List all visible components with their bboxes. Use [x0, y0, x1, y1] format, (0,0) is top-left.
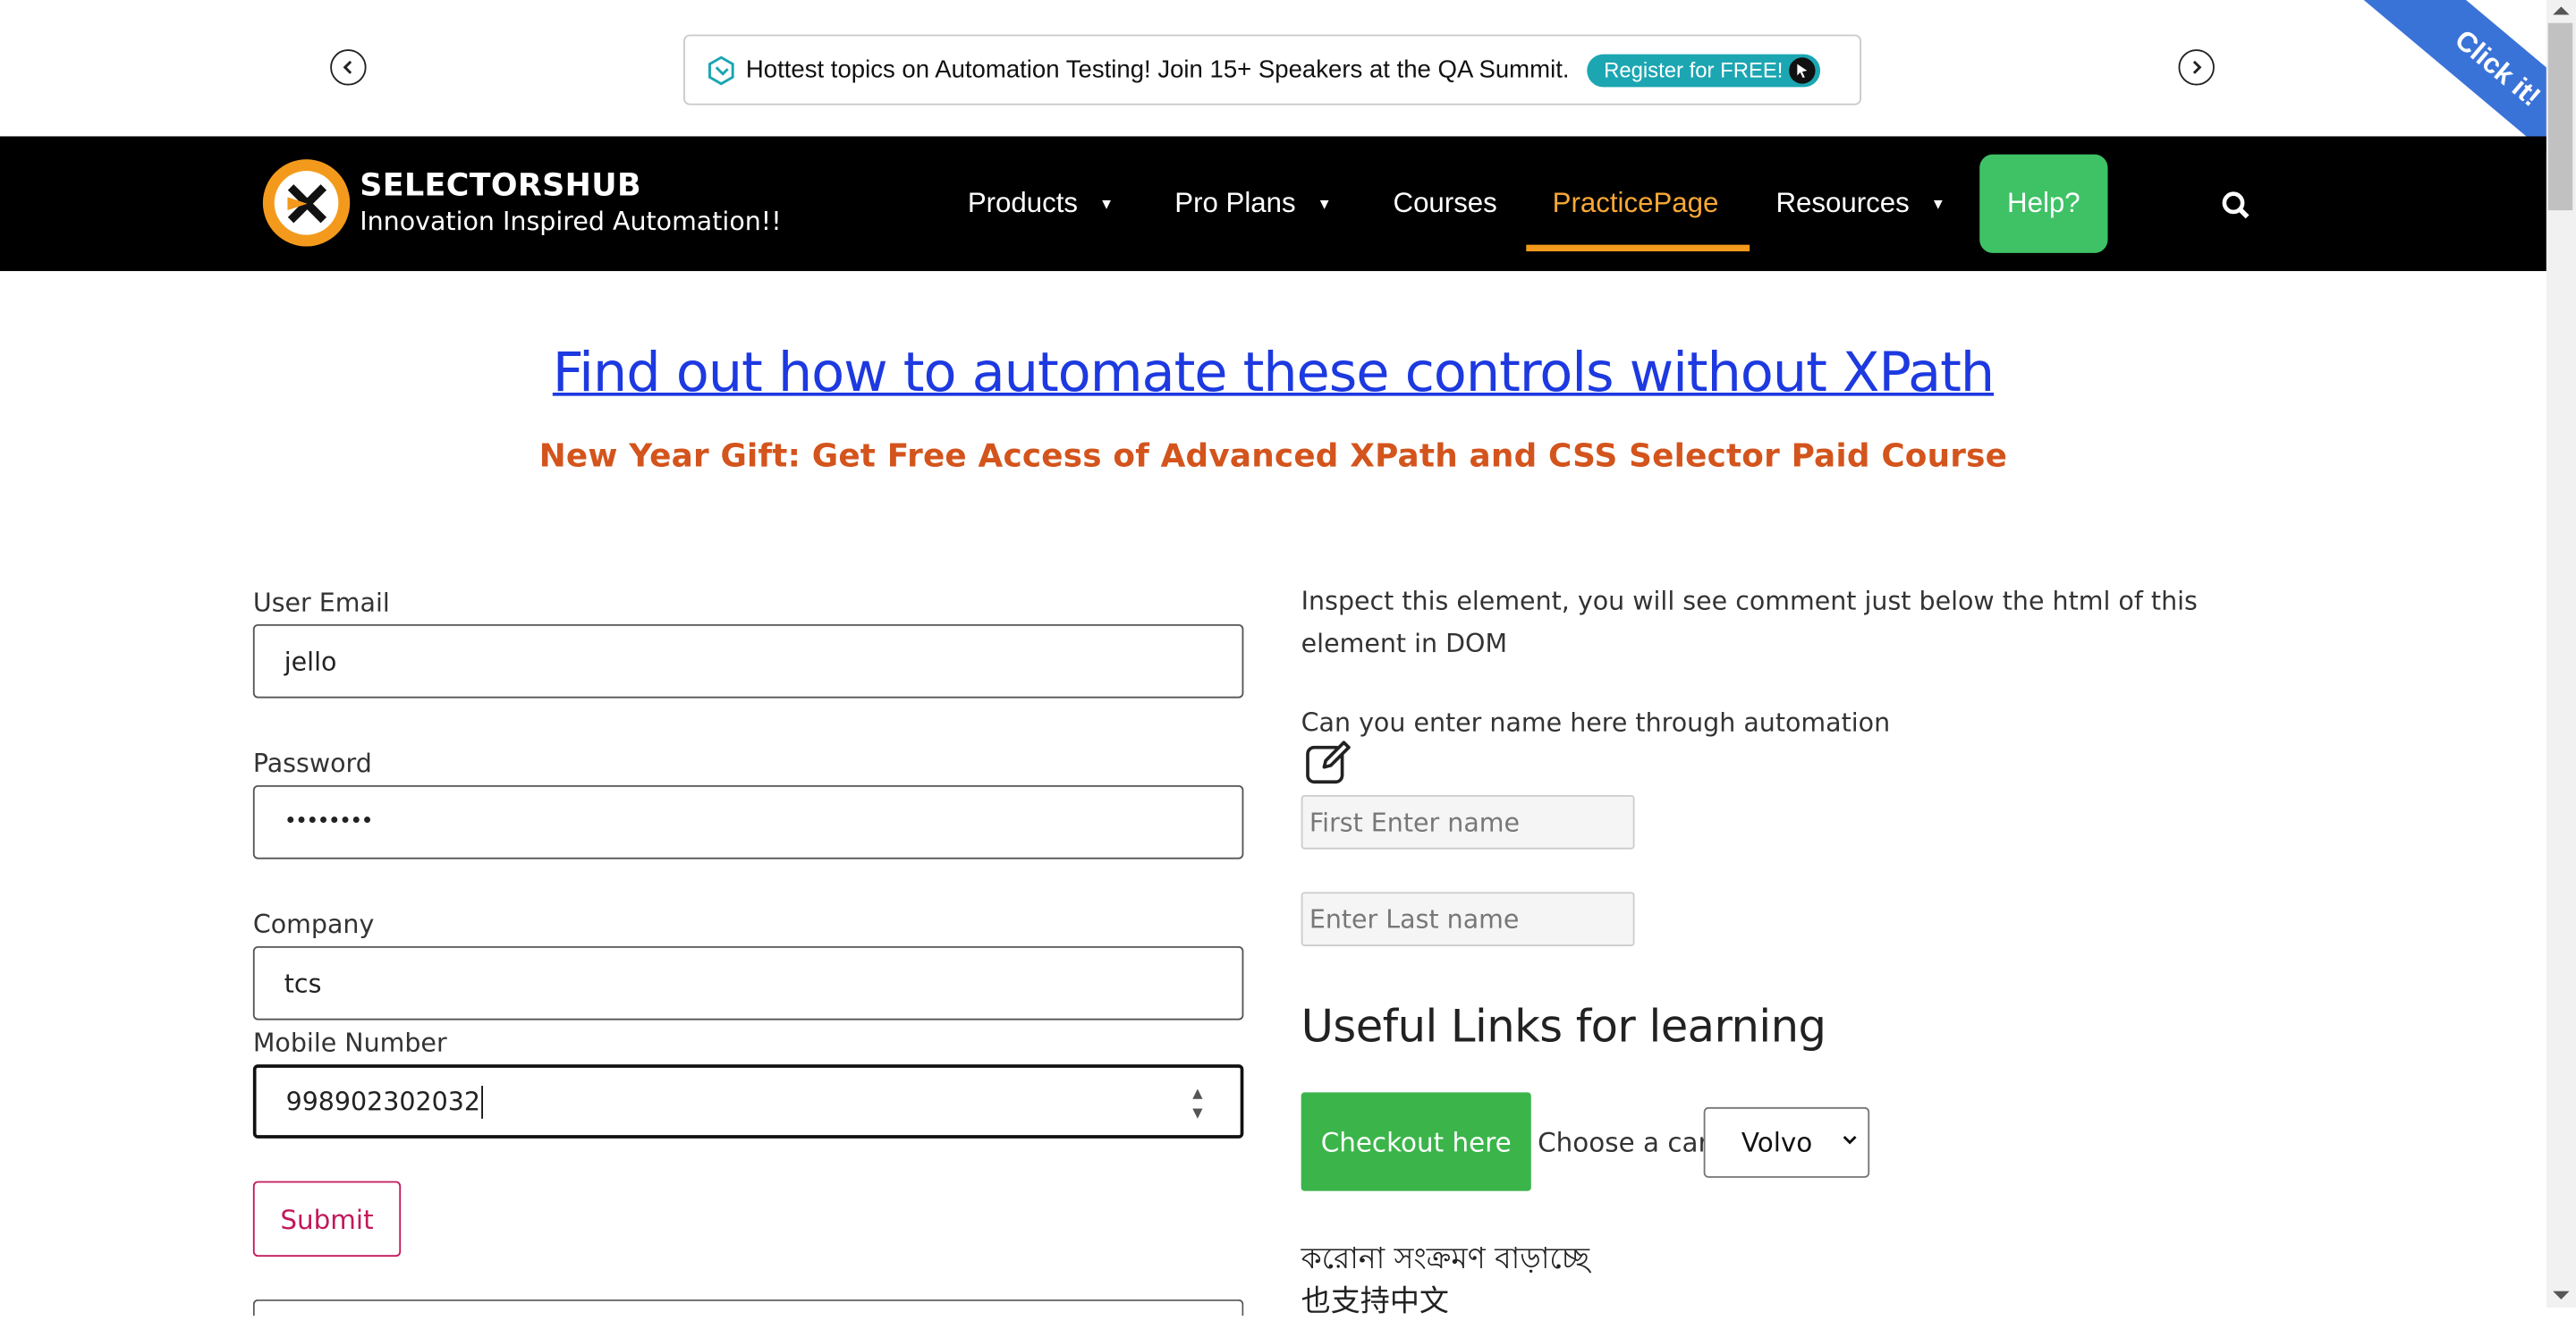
selectorshub-logo[interactable] — [262, 159, 351, 247]
help-button[interactable]: Help? — [1979, 154, 2108, 253]
nav-item-products[interactable]: Products ▼ — [968, 136, 1114, 271]
cursor-icon — [1789, 56, 1817, 83]
spin-up-icon[interactable]: ▲ — [1188, 1084, 1208, 1104]
password-field[interactable]: •••••••• — [252, 784, 1244, 859]
mobile-label: Mobile Number — [252, 1028, 447, 1058]
useful-links-heading: Useful Links for learning — [1301, 1002, 1826, 1054]
spin-down-icon[interactable]: ▼ — [1188, 1104, 1208, 1123]
brand-tagline: Innovation Inspired Automation!! — [360, 207, 782, 237]
submit-button[interactable]: Submit — [252, 1181, 402, 1257]
checkout-button[interactable]: Checkout here — [1301, 1092, 1531, 1191]
email-value: jello — [284, 646, 337, 676]
mobile-value: 998902302032 — [285, 1086, 480, 1117]
chevron-left-icon — [343, 60, 352, 74]
scrollbar-thumb[interactable] — [2547, 22, 2573, 211]
nav-item-pro-plans[interactable]: Pro Plans ▼ — [1174, 136, 1332, 271]
carousel-prev-button[interactable] — [330, 49, 367, 86]
last-name-placeholder: Enter Last name — [1309, 904, 1520, 935]
chinese-text: 也支持中文 — [1301, 1284, 1449, 1319]
nav-item-resources[interactable]: Resources ▼ — [1775, 136, 1945, 271]
chevron-right-icon — [2192, 60, 2202, 74]
nav-label: PracticePage — [1552, 187, 1719, 219]
first-name-input[interactable]: First Enter name — [1301, 794, 1635, 850]
company-field[interactable]: tcs — [252, 945, 1244, 1020]
brand[interactable]: SELECTORSHUB Innovation Inspired Automat… — [360, 167, 781, 236]
company-value: tcs — [284, 968, 322, 998]
nav-label: Courses — [1393, 187, 1497, 219]
company-label: Company — [252, 910, 375, 940]
inspect-element-text: Inspect this element, you will see comme… — [1301, 586, 2198, 659]
caret-down-icon: ▼ — [1930, 195, 1945, 212]
scroll-down-icon[interactable] — [2553, 1291, 2570, 1300]
register-label: Register for FREE! — [1604, 57, 1784, 82]
logo-mark-icon — [274, 171, 339, 235]
email-label: User Email — [252, 588, 390, 618]
car-selected-value: Volvo — [1741, 1126, 1813, 1158]
mobile-number-field[interactable]: 998902302032 ▲ ▼ — [252, 1064, 1244, 1139]
email-field[interactable]: jello — [252, 623, 1244, 699]
caret-down-icon: ▼ — [1317, 195, 1332, 212]
automation-prompt-text: Can you enter name here through automati… — [1301, 707, 1891, 738]
automation-headline-link[interactable]: Find out how to automate these controls … — [0, 340, 2546, 404]
promo-strip: Hottest topics on Automation Testing! Jo… — [0, 0, 2546, 137]
edit-icon[interactable] — [1304, 740, 1352, 787]
search-icon[interactable] — [2221, 191, 2250, 220]
password-label: Password — [252, 749, 372, 779]
register-button[interactable]: Register for FREE! — [1587, 53, 1821, 87]
scroll-up-icon[interactable] — [2553, 6, 2570, 15]
choose-car-label: Choose a car: — [1538, 1126, 1717, 1158]
number-spinner[interactable]: ▲ ▼ — [1188, 1084, 1208, 1123]
new-year-gift-text: New Year Gift: Get Free Access of Advanc… — [538, 436, 2008, 475]
car-select[interactable]: Volvo — [1703, 1106, 1870, 1178]
password-value: •••••••• — [284, 809, 374, 835]
text-cursor — [481, 1085, 484, 1118]
nav-item-courses[interactable]: Courses — [1394, 136, 1497, 271]
caret-down-icon: ▼ — [1098, 195, 1114, 212]
promo-text: Hottest topics on Automation Testing! Jo… — [745, 55, 1570, 84]
nav-label: Pro Plans — [1174, 187, 1296, 219]
qa-summit-logo-icon — [708, 55, 734, 85]
brand-name: SELECTORSHUB — [360, 167, 641, 204]
first-name-placeholder: First Enter name — [1309, 807, 1521, 837]
chevron-down-icon — [1843, 1135, 1857, 1145]
promo-banner[interactable]: Hottest topics on Automation Testing! Jo… — [683, 34, 1861, 106]
main-nav: SELECTORSHUB Innovation Inspired Automat… — [0, 136, 2546, 272]
next-field-partial[interactable] — [252, 1299, 1244, 1317]
nav-label: Products — [967, 187, 1079, 219]
nav-label: Resources — [1775, 187, 1910, 219]
carousel-next-button[interactable] — [2178, 49, 2215, 86]
last-name-input[interactable]: Enter Last name — [1301, 892, 1635, 946]
active-nav-indicator — [1526, 244, 1750, 252]
